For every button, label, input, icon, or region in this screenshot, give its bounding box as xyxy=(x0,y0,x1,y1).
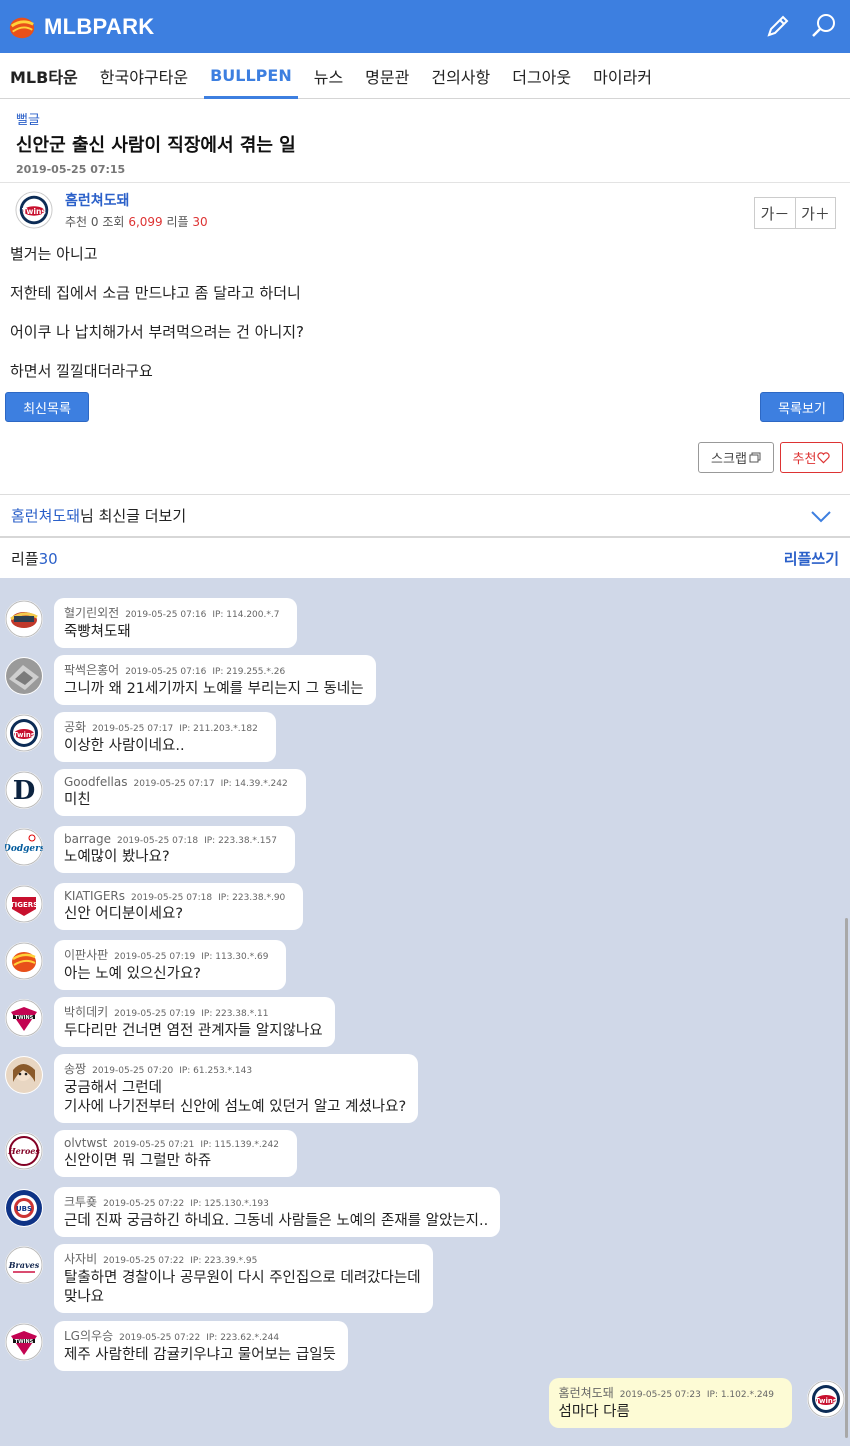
font-size-control: 가－ 가＋ xyxy=(754,197,836,229)
twins-kbo-icon: TWINS xyxy=(5,999,43,1037)
tab-suggestions[interactable]: 건의사항 xyxy=(425,53,496,98)
comment-list: 혈기린외전 2019-05-25 07:16 IP: 114.200.*.7 죽빵쳐… xyxy=(0,578,850,1446)
pencil-icon[interactable] xyxy=(764,12,792,40)
photo-avatar-icon xyxy=(5,657,43,695)
main-nav: MLB타운 한국야구타운 BULLPEN 뉴스 명문관 건의사항 더그아웃 마이… xyxy=(0,53,850,99)
author-name[interactable]: 홈런쳐도돼 xyxy=(65,190,208,210)
body-paragraph: 어이쿠 나 납치해가서 부려먹으려는 건 아니지? xyxy=(10,323,305,341)
comment-text: 이상한 사람이네요.. xyxy=(64,738,185,754)
svg-text:Heroes: Heroes xyxy=(7,1146,40,1156)
scrollbar[interactable] xyxy=(845,918,848,1438)
comment-nick[interactable]: 크투죶 xyxy=(64,1195,97,1209)
author-row: Twins 홈런쳐도돼 추천 0 조회 6,099 리플 30 가－ 가＋ xyxy=(0,183,850,237)
tab-hall-of-fame[interactable]: 명문관 xyxy=(359,53,415,98)
svg-text:D: D xyxy=(13,776,36,806)
comment-text: 탈출하면 경찰이나 공무원이 다시 주인집으로 데려갔다는데 xyxy=(64,1270,421,1286)
comment-nick[interactable]: 송짱 xyxy=(64,1062,86,1076)
article-body: 별거는 아니고 저한테 집에서 소금 만드냐고 좀 달라고 하더니 어이쿠 나 … xyxy=(0,237,850,381)
comment-nick[interactable]: KIATIGERs xyxy=(64,889,125,903)
comment-text: 두다리만 건너면 염전 관계자들 알지않나요 xyxy=(64,1023,323,1039)
comment-text: 노예많이 봤나요? xyxy=(64,849,170,865)
comment-text: 궁금해서 그런데 xyxy=(64,1080,162,1096)
tigers-d-icon: D xyxy=(5,771,43,809)
comment-nick[interactable]: 팍썩은홍어 xyxy=(64,663,119,677)
search-icon[interactable] xyxy=(810,12,838,40)
heroes-icon: Heroes xyxy=(5,1132,43,1170)
comment-nick[interactable]: LG의우승 xyxy=(64,1329,113,1343)
comment-nick[interactable]: 이판사판 xyxy=(64,948,108,962)
reply-header: 리플 30 리플쓰기 xyxy=(0,538,850,580)
reply-count: 30 xyxy=(38,549,58,568)
photo-avatar-icon xyxy=(5,1056,43,1094)
comment-text: 그니까 왜 21세기까지 노예를 부리는지 그 동네는 xyxy=(64,681,364,697)
svg-text:TWINS: TWINS xyxy=(15,1015,34,1021)
tab-mlb-town[interactable]: MLB타운 xyxy=(4,53,84,98)
svg-text:Braves: Braves xyxy=(8,1260,40,1270)
cubs-icon: UBS xyxy=(5,1189,43,1227)
heart-icon xyxy=(817,451,831,463)
comment-text: 맞나요 xyxy=(64,1289,105,1305)
latest-list-button[interactable]: 최신목록 xyxy=(5,392,89,422)
braves-icon: Braves xyxy=(5,1246,43,1284)
chevron-down-icon[interactable] xyxy=(810,508,832,524)
comment-nick[interactable]: Goodfellas xyxy=(64,775,127,789)
comment-text: 근데 진짜 궁금하긴 하네요. 그동네 사람들은 노예의 존재를 알았는지.. xyxy=(64,1213,489,1229)
comment-text: 제주 사람한테 감귤키우냐고 물어보는 급일듯 xyxy=(64,1347,336,1363)
comment-nick[interactable]: 홈런쳐도돼 xyxy=(559,1386,614,1400)
article-stats: 추천 0 조회 6,099 리플 30 xyxy=(65,215,208,229)
comment-text: 미친 xyxy=(64,792,91,808)
tab-dugout[interactable]: 더그아웃 xyxy=(506,53,577,98)
comment-nick[interactable]: olvtwst xyxy=(64,1136,107,1150)
logo-ball-icon xyxy=(5,600,43,638)
comment-text: 아는 노예 있으신가요? xyxy=(64,966,201,982)
comment-nick[interactable]: 박히데키 xyxy=(64,1005,108,1019)
svg-text:UBS: UBS xyxy=(16,1205,32,1213)
article-date: 2019-05-25 07:15 xyxy=(16,163,126,176)
svg-text:Twins: Twins xyxy=(815,1397,837,1405)
tab-bullpen[interactable]: BULLPEN xyxy=(204,53,298,99)
comment-nick[interactable]: 사자비 xyxy=(64,1252,97,1266)
my-comment-item: Twins 홈런쳐도돼 2019-05-25 07:23 IP: 1.102.*.2… xyxy=(545,1378,845,1440)
body-paragraph: 저한테 집에서 소금 만드냐고 좀 달라고 하더니 xyxy=(10,284,301,302)
tab-my-locker[interactable]: 마이라커 xyxy=(587,53,658,98)
article-title: 신안군 출신 사람이 직장에서 겪는 일 xyxy=(16,135,296,156)
tab-news[interactable]: 뉴스 xyxy=(308,53,349,98)
svg-text:Twins: Twins xyxy=(13,731,35,739)
scrap-icon xyxy=(749,452,761,463)
svg-text:TWINS: TWINS xyxy=(15,1339,34,1345)
logo-ball-icon[interactable] xyxy=(8,13,36,41)
twins-icon: Twins xyxy=(807,1380,845,1418)
article-category[interactable]: 뻘글 xyxy=(16,109,834,128)
twins-kbo-icon: TWINS xyxy=(5,1323,43,1361)
kia-tigers-icon: TIGERS xyxy=(5,885,43,923)
comment-text: 신안이면 뭐 그럴만 하쥬 xyxy=(64,1153,212,1169)
svg-text:Dodgers: Dodgers xyxy=(5,844,43,854)
comment-text: 섬마다 다름 xyxy=(558,1404,630,1420)
svg-text:TIGERS: TIGERS xyxy=(10,901,38,909)
author-more-posts[interactable]: 홈런쳐도돼 님 최신글 더보기 xyxy=(0,494,850,538)
comment-nick[interactable]: 공화 xyxy=(64,720,86,734)
comment-text: 죽빵쳐도돼 xyxy=(64,624,131,640)
logo-ball-icon xyxy=(5,942,43,980)
comment-text: 기사에 나기전부터 신안에 섬노예 있던거 알고 계셨나요? xyxy=(64,1099,407,1115)
body-paragraph: 별거는 아니고 xyxy=(10,245,98,263)
font-decrease-button[interactable]: 가－ xyxy=(755,198,795,228)
twins-icon: Twins xyxy=(5,714,43,752)
tab-korea-baseball-town[interactable]: 한국야구타운 xyxy=(94,53,194,98)
comment-nick[interactable]: 혈기린외전 xyxy=(64,606,119,620)
article-header: 뻘글 신안군 출신 사람이 직장에서 겪는 일 2019-05-25 07:15 xyxy=(0,99,850,183)
dodgers-icon: Dodgers xyxy=(5,828,43,866)
logo-text[interactable]: MLBPARK xyxy=(44,14,154,40)
comment-text: 신안 어디분이세요? xyxy=(64,906,184,922)
app-header: MLBPARK xyxy=(0,0,850,53)
write-reply-button[interactable]: 리플쓰기 xyxy=(784,548,839,569)
comment-nick[interactable]: barrage xyxy=(64,832,111,846)
svg-text:Twins: Twins xyxy=(22,207,46,216)
body-paragraph: 하면서 낄낄대더라구요 xyxy=(10,362,153,380)
view-list-button[interactable]: 목록보기 xyxy=(760,392,844,422)
recommend-button[interactable]: 추천 xyxy=(780,442,843,473)
twins-icon: Twins xyxy=(15,191,53,229)
scrap-button[interactable]: 스크랩 xyxy=(698,442,774,473)
font-increase-button[interactable]: 가＋ xyxy=(795,198,835,228)
